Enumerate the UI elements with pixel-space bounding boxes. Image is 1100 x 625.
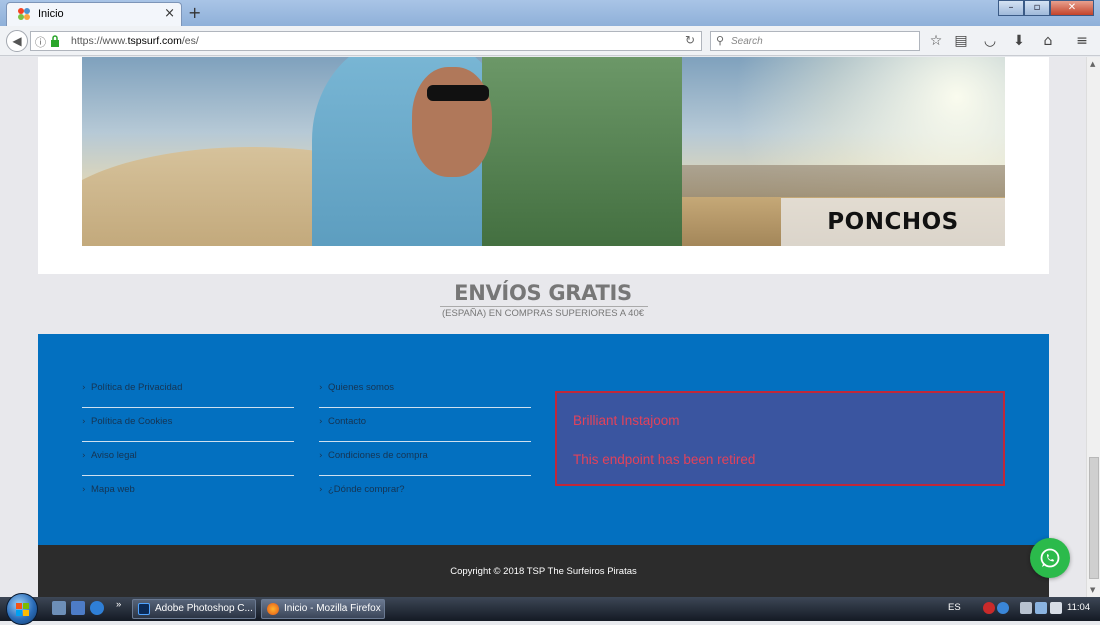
footer-link-label: Quienes somos	[328, 382, 395, 393]
footer-link-mapa-web[interactable]: › Mapa web	[82, 476, 294, 510]
search-icon: ⚲	[716, 34, 725, 47]
footer-link-aviso-legal[interactable]: › Aviso legal	[82, 442, 294, 476]
close-tab-icon[interactable]: ×	[164, 6, 175, 21]
close-window-button[interactable]: ✕	[1050, 0, 1094, 16]
taskbar-item-firefox[interactable]: Inicio - Mozilla Firefox	[261, 599, 385, 619]
url-text: https://www.tspsurf.com/es/	[71, 35, 199, 47]
ponchos-banner-image[interactable]: PONCHOS	[82, 57, 1005, 246]
whatsapp-icon	[1040, 548, 1060, 568]
show-desktop-icon[interactable]	[52, 601, 66, 615]
tab-title: Inicio	[38, 8, 64, 20]
taskbar-item-label: Inicio - Mozilla Firefox	[284, 603, 381, 614]
footer-link-donde-comprar[interactable]: › ¿Dónde comprar?	[319, 476, 531, 510]
joomla-favicon-icon	[18, 8, 30, 20]
switch-windows-icon[interactable]	[71, 601, 85, 615]
footer-link-label: Aviso legal	[91, 450, 137, 461]
tab-inicio[interactable]: Inicio ×	[6, 2, 182, 26]
footer-link-label: Política de Cookies	[91, 416, 173, 427]
navigation-toolbar: ◀ ⓘ https://www.tspsurf.com/es/ ↻ ⚲ Sear…	[0, 26, 1100, 56]
chevron-right-icon: ›	[82, 417, 86, 427]
footer-link-privacidad[interactable]: › Política de Privacidad	[82, 374, 294, 408]
footer-copyright-bar: Copyright © 2018 TSP The Surfeiros Pirat…	[38, 545, 1049, 597]
banner-panel: PONCHOS	[38, 57, 1049, 274]
footer-link-condiciones[interactable]: › Condiciones de compra	[319, 442, 531, 476]
start-button[interactable]	[6, 593, 38, 625]
search-bar[interactable]: ⚲ Search	[710, 31, 920, 51]
banner-sunglasses	[427, 85, 489, 101]
chevron-right-icon: ›	[319, 451, 323, 461]
network-tray-icon[interactable]	[997, 602, 1009, 614]
language-indicator[interactable]: ES	[948, 602, 961, 613]
chevron-right-icon: ›	[82, 383, 86, 393]
windows-taskbar: » Adobe Photoshop C... Inicio - Mozilla …	[0, 593, 1100, 625]
ponchos-label[interactable]: PONCHOS	[781, 198, 1005, 246]
banner-green-poncho	[482, 57, 682, 246]
connection-tray-icon[interactable]	[1035, 602, 1047, 614]
footer-links-column-2: › Quienes somos › Contacto › Condiciones de…	[319, 374, 531, 510]
error-tray-icon[interactable]	[983, 602, 995, 614]
scroll-down-icon[interactable]: ▼	[1090, 586, 1095, 594]
footer-link-cookies[interactable]: › Política de Cookies	[82, 408, 294, 442]
free-shipping-subtitle: (ESPAÑA) EN COMPRAS SUPERIORES A 40€	[441, 308, 645, 319]
taskbar-item-photoshop[interactable]: Adobe Photoshop C...	[132, 599, 256, 619]
browser-titlebar: Inicio × + – ▫ ✕	[0, 0, 1100, 26]
home-icon[interactable]: ⌂	[1039, 32, 1057, 50]
reading-list-icon[interactable]: ▤	[952, 32, 970, 50]
pocket-icon[interactable]: ◡	[981, 32, 999, 50]
info-icon[interactable]: ⓘ	[35, 34, 46, 50]
footer-link-label: Contacto	[328, 416, 367, 427]
chevron-right-icon: ›	[82, 451, 86, 461]
footer-link-label: Mapa web	[91, 484, 135, 495]
back-arrow-icon: ◀	[12, 34, 22, 48]
instagram-widget-title: Brilliant Instajoom	[573, 413, 680, 428]
clock[interactable]: 11:04	[1067, 602, 1090, 613]
windows-start-icon	[16, 603, 29, 616]
maximize-button[interactable]: ▫	[1024, 0, 1050, 16]
url-path: /es/	[181, 35, 199, 47]
window-controls: – ▫ ✕	[998, 0, 1094, 16]
footer-link-quienes-somos[interactable]: › Quienes somos	[319, 374, 531, 408]
instagram-widget-error: Brilliant Instajoom This endpoint has be…	[555, 391, 1005, 486]
instagram-widget-message: This endpoint has been retired	[573, 452, 756, 467]
footer-link-label: Condiciones de compra	[328, 450, 428, 461]
reload-icon[interactable]: ↻	[685, 33, 695, 47]
footer-links-section: › Política de Privacidad › Política de Coo…	[38, 334, 1049, 545]
scrollbar-thumb[interactable]	[1089, 457, 1099, 579]
whatsapp-button[interactable]	[1030, 538, 1070, 578]
chevron-right-icon: ›	[319, 383, 323, 393]
banner-face	[412, 67, 492, 177]
page-scrollbar[interactable]: ▲ ▼	[1086, 57, 1100, 597]
url-domain: tspsurf.com	[127, 35, 182, 47]
chevron-right-icon: ›	[319, 485, 323, 495]
chevron-right-icon: ›	[319, 417, 323, 427]
url-prefix: https://www.	[71, 35, 128, 47]
photoshop-icon	[138, 603, 150, 615]
new-tab-button[interactable]: +	[188, 3, 201, 22]
scroll-up-icon[interactable]: ▲	[1090, 60, 1095, 68]
volume-tray-icon[interactable]	[1050, 602, 1062, 614]
minimize-button[interactable]: –	[998, 0, 1024, 16]
free-shipping-divider	[440, 306, 648, 307]
footer-link-contacto[interactable]: › Contacto	[319, 408, 531, 442]
chevron-right-icon: ›	[82, 485, 86, 495]
back-button[interactable]: ◀	[6, 30, 28, 52]
lock-icon	[51, 35, 59, 47]
free-shipping-section: ENVÍOS GRATIS (ESPAÑA) EN COMPRAS SUPERI…	[0, 274, 1086, 334]
hamburger-menu-icon[interactable]: ≡	[1073, 32, 1091, 50]
usb-tray-icon[interactable]	[1020, 602, 1032, 614]
footer-links-column-1: › Política de Privacidad › Política de Coo…	[82, 374, 294, 510]
footer-link-label: Política de Privacidad	[91, 382, 183, 393]
internet-explorer-icon[interactable]	[90, 601, 104, 615]
footer-link-label: ¿Dónde comprar?	[328, 484, 405, 495]
url-bar[interactable]: ⓘ https://www.tspsurf.com/es/ ↻	[30, 31, 702, 51]
download-icon[interactable]: ⬇	[1010, 32, 1028, 50]
firefox-icon	[267, 603, 279, 615]
copyright-text: Copyright © 2018 TSP The Surfeiros Pirat…	[450, 566, 637, 577]
quicklaunch-overflow-icon[interactable]: »	[116, 599, 121, 610]
page-viewport: PONCHOS ENVÍOS GRATIS (ESPAÑA) EN COMPRA…	[0, 57, 1086, 597]
free-shipping-title: ENVÍOS GRATIS	[454, 281, 632, 305]
search-placeholder: Search	[731, 36, 763, 47]
bookmark-star-icon[interactable]: ☆	[927, 32, 945, 50]
taskbar-item-label: Adobe Photoshop C...	[155, 603, 253, 614]
